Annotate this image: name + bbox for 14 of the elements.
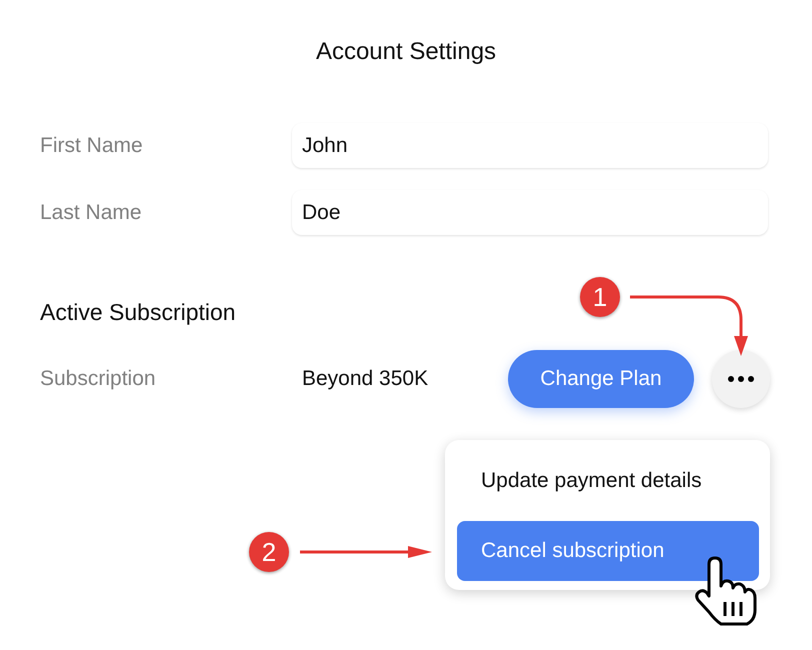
input-field[interactable]: John — [292, 123, 768, 168]
more-icon — [728, 376, 754, 382]
step-badge: 2 — [249, 532, 289, 572]
field-label: First Name — [40, 134, 143, 158]
field-label: Subscription — [40, 367, 157, 391]
input-field[interactable]: Doe — [292, 190, 768, 235]
subscription-value: Beyond 350K — [302, 367, 430, 391]
menu-item[interactable]: Cancel subscription — [457, 521, 759, 581]
field-label: Last Name — [40, 200, 142, 224]
change-plan-button[interactable]: Change Plan — [508, 350, 694, 408]
more-options-button[interactable] — [712, 350, 770, 408]
section-title: Active Subscription — [39, 298, 236, 326]
page-title: Account Settings — [316, 37, 496, 66]
step-badge: 1 — [580, 277, 620, 317]
